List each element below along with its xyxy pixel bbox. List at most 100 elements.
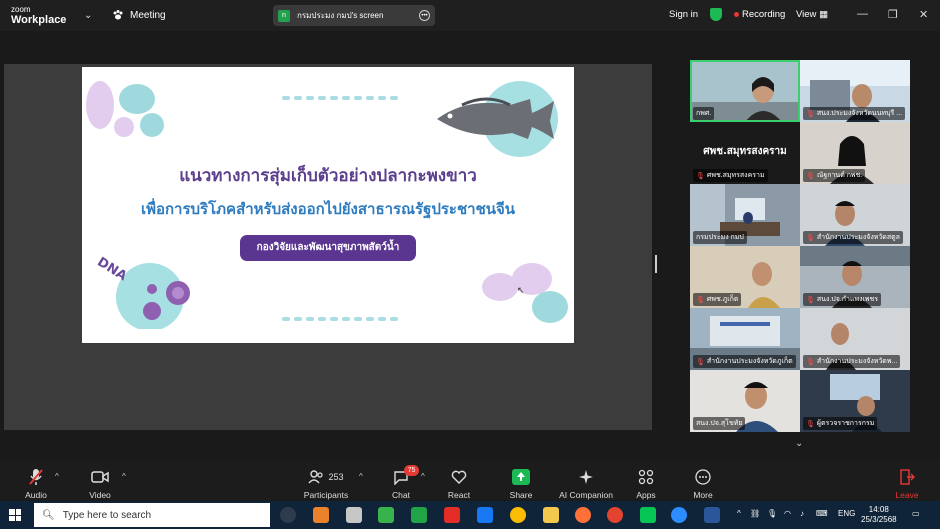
grid-icon: ▦ (819, 9, 829, 20)
participant-tile[interactable]: กพศ. (690, 60, 800, 122)
apps-label: Apps (636, 490, 656, 500)
ai-companion-button[interactable]: AI Companion (556, 460, 616, 500)
participant-name: 🎙 ณัฐกานต์ กพช. (803, 169, 866, 182)
notification-icon[interactable]: ▭ (912, 509, 920, 518)
apps-button[interactable]: Apps (634, 460, 658, 500)
taskbar-search[interactable]: 🔍︎ Type here to search (34, 503, 270, 527)
department-badge: กองวิจัยและพัฒนาสุขภาพสัตว์น้ำ (240, 235, 416, 261)
title-bar: zoom Workplace ⌄ Meeting n กรมประมง กมป'… (0, 0, 940, 31)
language-indicator[interactable]: ENG (838, 509, 855, 518)
firefox-icon[interactable] (575, 507, 591, 523)
participant-gallery: กพศ. 🎙 สนง.ประมงจังหวัดนนทบุรี ... ศพช.สม… (690, 60, 910, 432)
app-icon-orange[interactable] (313, 507, 329, 523)
react-label: React (447, 490, 471, 500)
more-options-icon[interactable]: ••• (419, 10, 430, 21)
apps-icon (638, 469, 654, 485)
video-options-caret-icon[interactable]: ^ (122, 472, 126, 481)
view-menu[interactable]: View ▦ (796, 9, 828, 20)
participant-tile[interactable]: กรมประมง กมป (690, 184, 800, 246)
browser-icon[interactable] (607, 507, 623, 523)
participant-name: กพศ. (693, 107, 715, 120)
facebook-icon[interactable] (477, 507, 493, 523)
media-icon[interactable] (378, 507, 394, 523)
recording-status[interactable]: Recording (742, 9, 785, 20)
chat-unread-badge: 75 (404, 465, 419, 476)
react-button[interactable]: React (446, 460, 472, 500)
sharer-avatar: n (278, 9, 290, 22)
youtube-icon[interactable] (444, 507, 460, 523)
line-icon[interactable] (640, 507, 656, 523)
meeting-menu[interactable]: Meeting (112, 9, 166, 21)
participant-tile[interactable]: 🎙 ณัฐกานต์ กพช. (800, 122, 910, 184)
word-icon[interactable] (704, 507, 720, 523)
audio-label: Audio (25, 490, 47, 500)
chevron-down-icon[interactable]: ⌄ (84, 10, 92, 21)
restore-button[interactable]: ❐ (888, 8, 898, 21)
clock-time: 14:08 (868, 505, 889, 514)
share-button[interactable]: Share (507, 460, 535, 500)
sign-in-link[interactable]: Sign in (669, 9, 698, 20)
participant-tile[interactable]: 🎙 สำนักงานประมงจังหวัดภูเก็ต (690, 308, 800, 370)
participants-button[interactable]: 253 Participants (302, 460, 350, 500)
participant-tile[interactable]: 🎙 ผู้ตรวจราชการกรม (800, 370, 910, 432)
participants-options-caret-icon[interactable]: ^ (359, 472, 363, 481)
leave-button[interactable]: Leave (894, 460, 920, 500)
taskbar-clock[interactable]: 14:08 25/3/2568 (861, 505, 897, 525)
participant-tile[interactable]: ศพช.สมุทรสงคราม 🎙 ศพช.สมุทรสงคราม (690, 122, 800, 184)
tray-keyboard-icon[interactable]: ⌨ (816, 509, 828, 518)
participant-tile[interactable]: 🎙 ศพช.ภูเก็ต (690, 246, 800, 308)
chrome-icon[interactable] (510, 507, 526, 523)
screen-share-indicator[interactable]: n กรมประมง กมป's screen ••• (273, 5, 435, 26)
shield-icon[interactable] (710, 8, 722, 21)
brand-workplace: Workplace (11, 14, 67, 26)
recording-dot-icon (734, 12, 739, 17)
meeting-label: Meeting (130, 9, 166, 21)
participant-name: 🎙 สนง.ปจ.กำแพงเพชร (803, 293, 882, 306)
decor-blob-top-left (86, 81, 164, 137)
line-app-icon[interactable] (411, 507, 427, 523)
taskview-icon[interactable] (280, 507, 296, 523)
more-button[interactable]: More (690, 460, 716, 500)
tray-link-icon[interactable]: ⛓ (750, 509, 760, 518)
participant-tile[interactable]: สนง.ปจ.สุโขทัย (690, 370, 800, 432)
participants-icon (308, 470, 324, 484)
heart-icon (451, 470, 467, 484)
audio-button[interactable]: Audio (22, 460, 50, 500)
mic-muted-icon: 🎙 (806, 234, 815, 242)
video-button[interactable]: Video (86, 460, 114, 500)
mic-muted-icon: 🎙 (806, 420, 815, 428)
sharer-label: กรมประมง กมป's screen (297, 11, 384, 20)
splitter-handle[interactable] (655, 255, 657, 273)
tray-network-icon[interactable]: ◠ (784, 509, 791, 518)
participants-count: 253 (328, 472, 344, 482)
tray-overflow-icon[interactable]: ^ (737, 509, 741, 518)
shared-slide: แนวทางการสุ่มเก็บตัวอย่างปลากะพงขาว เพื่… (82, 67, 574, 343)
participant-tile[interactable]: 🎙 สำนักงานประมงจังหวัดสตูล (800, 184, 910, 246)
mouse-cursor-icon: ↖ (517, 285, 525, 295)
video-camera-icon (91, 471, 109, 483)
windows-taskbar: 🔍︎ Type here to search ^ ⛓ 🎙 ◠ ♪ ⌨ ENG 1… (0, 501, 940, 529)
minimize-button[interactable]: — (857, 8, 868, 20)
calculator-icon[interactable] (346, 507, 362, 523)
participant-name: สนง.ปจ.สุโขทัย (693, 417, 746, 430)
windows-start-icon[interactable] (9, 509, 21, 521)
close-button[interactable]: ✕ (919, 8, 928, 21)
ai-companion-label: AI Companion (559, 490, 613, 500)
tray-volume-icon[interactable]: ♪ (800, 509, 804, 518)
mic-muted-icon: 🎙 (696, 296, 705, 304)
participant-tile[interactable]: 🎙 สำนักงานประมงจังหวัดพ... (800, 308, 910, 370)
participant-tile[interactable]: 🎙 สนง.ปจ.กำแพงเพชร (800, 246, 910, 308)
chat-options-caret-icon[interactable]: ^ (421, 472, 425, 481)
participant-tile[interactable]: 🎙 สนง.ประมงจังหวัดนนทบุรี ... (800, 60, 910, 122)
more-label: More (693, 490, 713, 500)
chat-label: Chat (392, 490, 410, 500)
share-screen-icon (512, 469, 530, 485)
participant-name: 🎙 ผู้ตรวจราชการกรม (803, 417, 878, 430)
fish-icon (437, 81, 558, 157)
file-explorer-icon[interactable] (543, 507, 559, 523)
audio-options-caret-icon[interactable]: ^ (55, 472, 59, 481)
participant-name: 🎙 สำนักงานประมงจังหวัดภูเก็ต (693, 355, 796, 368)
gallery-scroll-down-icon[interactable]: ⌄ (795, 438, 803, 449)
tray-mic-icon[interactable]: 🎙 (767, 509, 777, 518)
zoom-taskbar-icon[interactable] (671, 507, 687, 523)
